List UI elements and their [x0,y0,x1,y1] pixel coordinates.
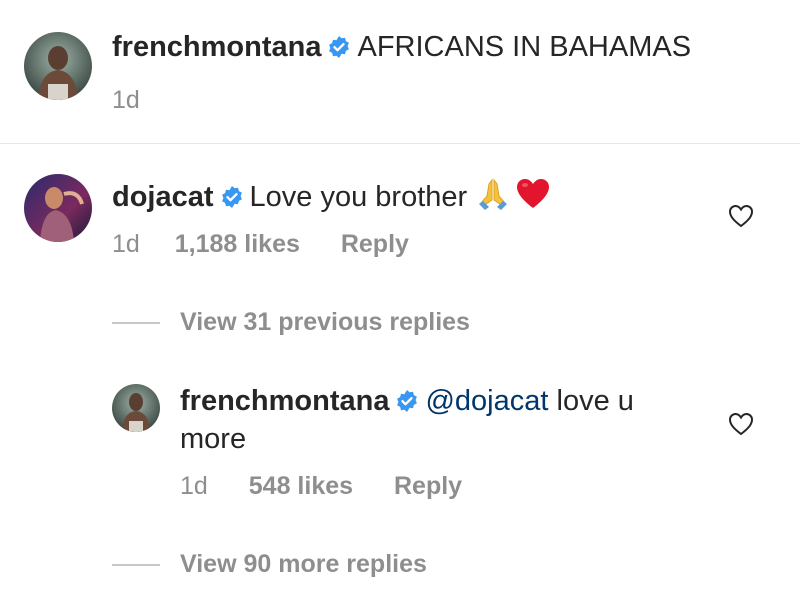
divider [0,143,800,144]
comment-meta: 1d 1,188 likes Reply [112,230,409,259]
reply-author-avatar[interactable] [112,384,160,432]
verified-badge-icon [220,183,244,218]
reply-like-heart-icon[interactable] [728,412,754,441]
reply-author-username[interactable]: frenchmontana [180,385,389,417]
post-caption-text: AFRICANS IN BAHAMAS [357,31,692,63]
verified-badge-icon [327,31,351,69]
reply-reply-button[interactable]: Reply [394,472,462,500]
view-more-replies-button[interactable]: View 90 more replies [180,550,427,579]
red-heart-icon [515,176,551,221]
reply-text-line2: more [180,423,247,455]
post-timestamp: 1d [112,86,140,114]
replies-divider-line [112,322,160,324]
verified-badge-icon [395,387,419,422]
comment-text: Love you brother [249,181,468,213]
reply-meta: 1d 548 likes Reply [180,472,462,501]
comment-likes[interactable]: 1,188 likes [175,230,300,258]
reply-timestamp: 1d [180,472,208,500]
comment-timestamp: 1d [112,230,140,258]
folded-hands-icon [475,176,511,221]
post-author-username[interactable]: frenchmontana [112,31,321,63]
view-previous-replies-button[interactable]: View 31 previous replies [180,308,470,337]
reply-text-line1: love u [556,385,634,417]
post-author-avatar[interactable] [24,32,92,100]
replies-divider-line [112,564,160,566]
reply-body: frenchmontana @dojacat love u more [180,384,700,457]
comment-like-heart-icon[interactable] [728,204,754,233]
reply-mention-link[interactable]: @dojacat [425,385,548,417]
comment-author-username[interactable]: dojacat [112,181,214,213]
reply-likes[interactable]: 548 likes [249,472,353,500]
post-caption: frenchmontana AFRICANS IN BAHAMAS [112,28,691,69]
comment-body: dojacat Love you brother [112,176,551,221]
comment-author-avatar[interactable] [24,174,92,242]
comment-reply-button[interactable]: Reply [341,230,409,258]
